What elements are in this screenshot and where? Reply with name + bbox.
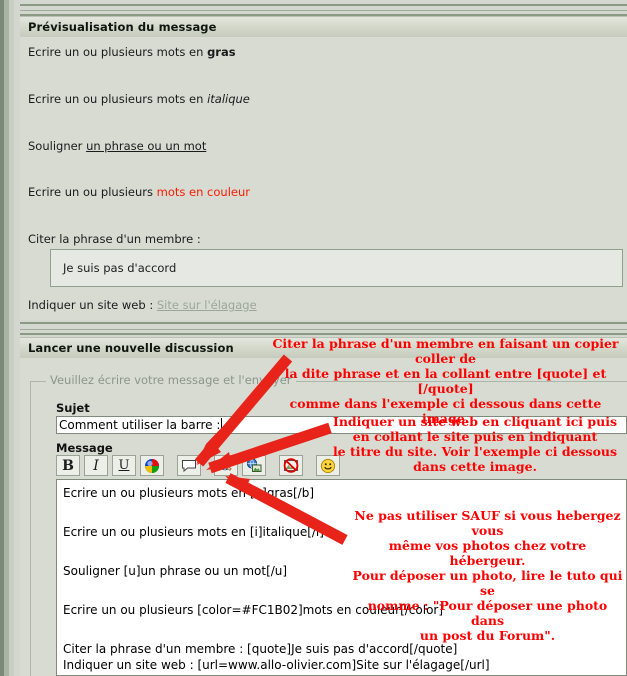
preview-line-underline-pre: Souligner bbox=[28, 139, 87, 153]
subject-input-value: Comment utiliser la barre : bbox=[59, 418, 221, 432]
preview-line-italic-word: italique bbox=[207, 92, 250, 106]
preview-line-color-word: mots en couleur bbox=[156, 185, 250, 199]
preview-band-top bbox=[20, 4, 627, 6]
preview-band-thin-1 bbox=[20, 10, 627, 11]
globe-link-icon bbox=[219, 458, 232, 471]
speech-bubble-icon bbox=[182, 459, 196, 472]
preview-site-link[interactable]: Site sur l'élagage bbox=[157, 298, 257, 312]
form-band-top bbox=[20, 322, 627, 324]
quote-button[interactable] bbox=[177, 455, 201, 476]
preview-line-underline-word: un phrase ou un mot bbox=[86, 139, 207, 153]
underline-glyph: U bbox=[118, 458, 130, 473]
subject-label: Sujet bbox=[56, 401, 90, 415]
message-line-3: Souligner [u]un phrase ou un mot[/u] bbox=[63, 564, 288, 578]
message-line-1: Ecrire un ou plusieurs mots en [b]gras[/… bbox=[63, 486, 314, 500]
preview-site-label: Indiquer un site web : bbox=[28, 298, 157, 312]
preview-quote-text: Je suis pas d'accord bbox=[63, 261, 177, 275]
annotation-image-note: Ne pas utiliser SAUF si vous hebergez vo… bbox=[352, 508, 623, 643]
preview-line-bold-word: gras bbox=[207, 45, 236, 59]
italic-button[interactable]: I bbox=[84, 455, 108, 476]
no-image-icon bbox=[283, 458, 299, 473]
preview-line-underline: Souligner un phrase ou un mot bbox=[28, 139, 206, 153]
form-title: Lancer une nouvelle discussion bbox=[28, 341, 234, 355]
preview-body: Ecrire un ou plusieurs mots en gras Ecri… bbox=[20, 37, 627, 320]
message-line-5: Citer la phrase d'un membre : [quote]Je … bbox=[63, 642, 458, 656]
message-line-6: Indiquer un site web : [url=www.allo-oli… bbox=[63, 658, 490, 672]
preview-line-color-pre: Ecrire un ou plusieurs bbox=[28, 185, 157, 199]
form-band-thin-1 bbox=[20, 329, 627, 330]
color-wheel-button[interactable] bbox=[140, 455, 164, 476]
bbcode-toolbar: B I U bbox=[56, 455, 340, 476]
page-root: Prévisualisation du message Ecrire un ou… bbox=[0, 0, 627, 676]
insert-image-button[interactable] bbox=[242, 455, 266, 476]
bold-glyph: B bbox=[62, 457, 74, 474]
globe-image-icon bbox=[246, 458, 262, 472]
text-caret bbox=[221, 418, 227, 432]
form-legend: Veuillez écrire votre message et l'envoy… bbox=[46, 373, 296, 387]
no-image-button[interactable] bbox=[279, 455, 303, 476]
preview-site-line: Indiquer un site web : Site sur l'élagag… bbox=[28, 298, 257, 312]
preview-line-bold-pre: Ecrire un ou plusieurs mots en bbox=[28, 45, 208, 59]
preview-line-color: Ecrire un ou plusieurs mots en couleur bbox=[28, 185, 250, 199]
italic-glyph: I bbox=[93, 457, 99, 474]
preview-line-italic-pre: Ecrire un ou plusieurs mots en bbox=[28, 92, 208, 106]
preview-line-italic: Ecrire un ou plusieurs mots en italique bbox=[28, 92, 250, 106]
preview-title: Prévisualisation du message bbox=[28, 20, 217, 34]
preview-quote-label: Citer la phrase d'un membre : bbox=[28, 232, 201, 246]
annotation-url-note: Indiquer un site web en cliquant ici pui… bbox=[332, 414, 618, 474]
form-band-thin-2 bbox=[20, 333, 627, 335]
color-wheel-icon bbox=[145, 458, 159, 473]
bold-button[interactable]: B bbox=[56, 455, 80, 476]
annotation-quote-note: Citer la phrase d'un membre en faisant u… bbox=[272, 336, 619, 426]
underline-button[interactable]: U bbox=[112, 455, 136, 476]
message-line-2: Ecrire un ou plusieurs mots en [i]italiq… bbox=[63, 525, 324, 539]
window-edge-light bbox=[9, 0, 14, 676]
preview-quote-box: Je suis pas d'accord bbox=[50, 249, 623, 287]
insert-url-button[interactable] bbox=[214, 455, 238, 476]
message-label: Message bbox=[56, 441, 113, 455]
preview-line-bold: Ecrire un ou plusieurs mots en gras bbox=[28, 45, 236, 59]
preview-title-bar: Prévisualisation du message bbox=[20, 16, 627, 38]
